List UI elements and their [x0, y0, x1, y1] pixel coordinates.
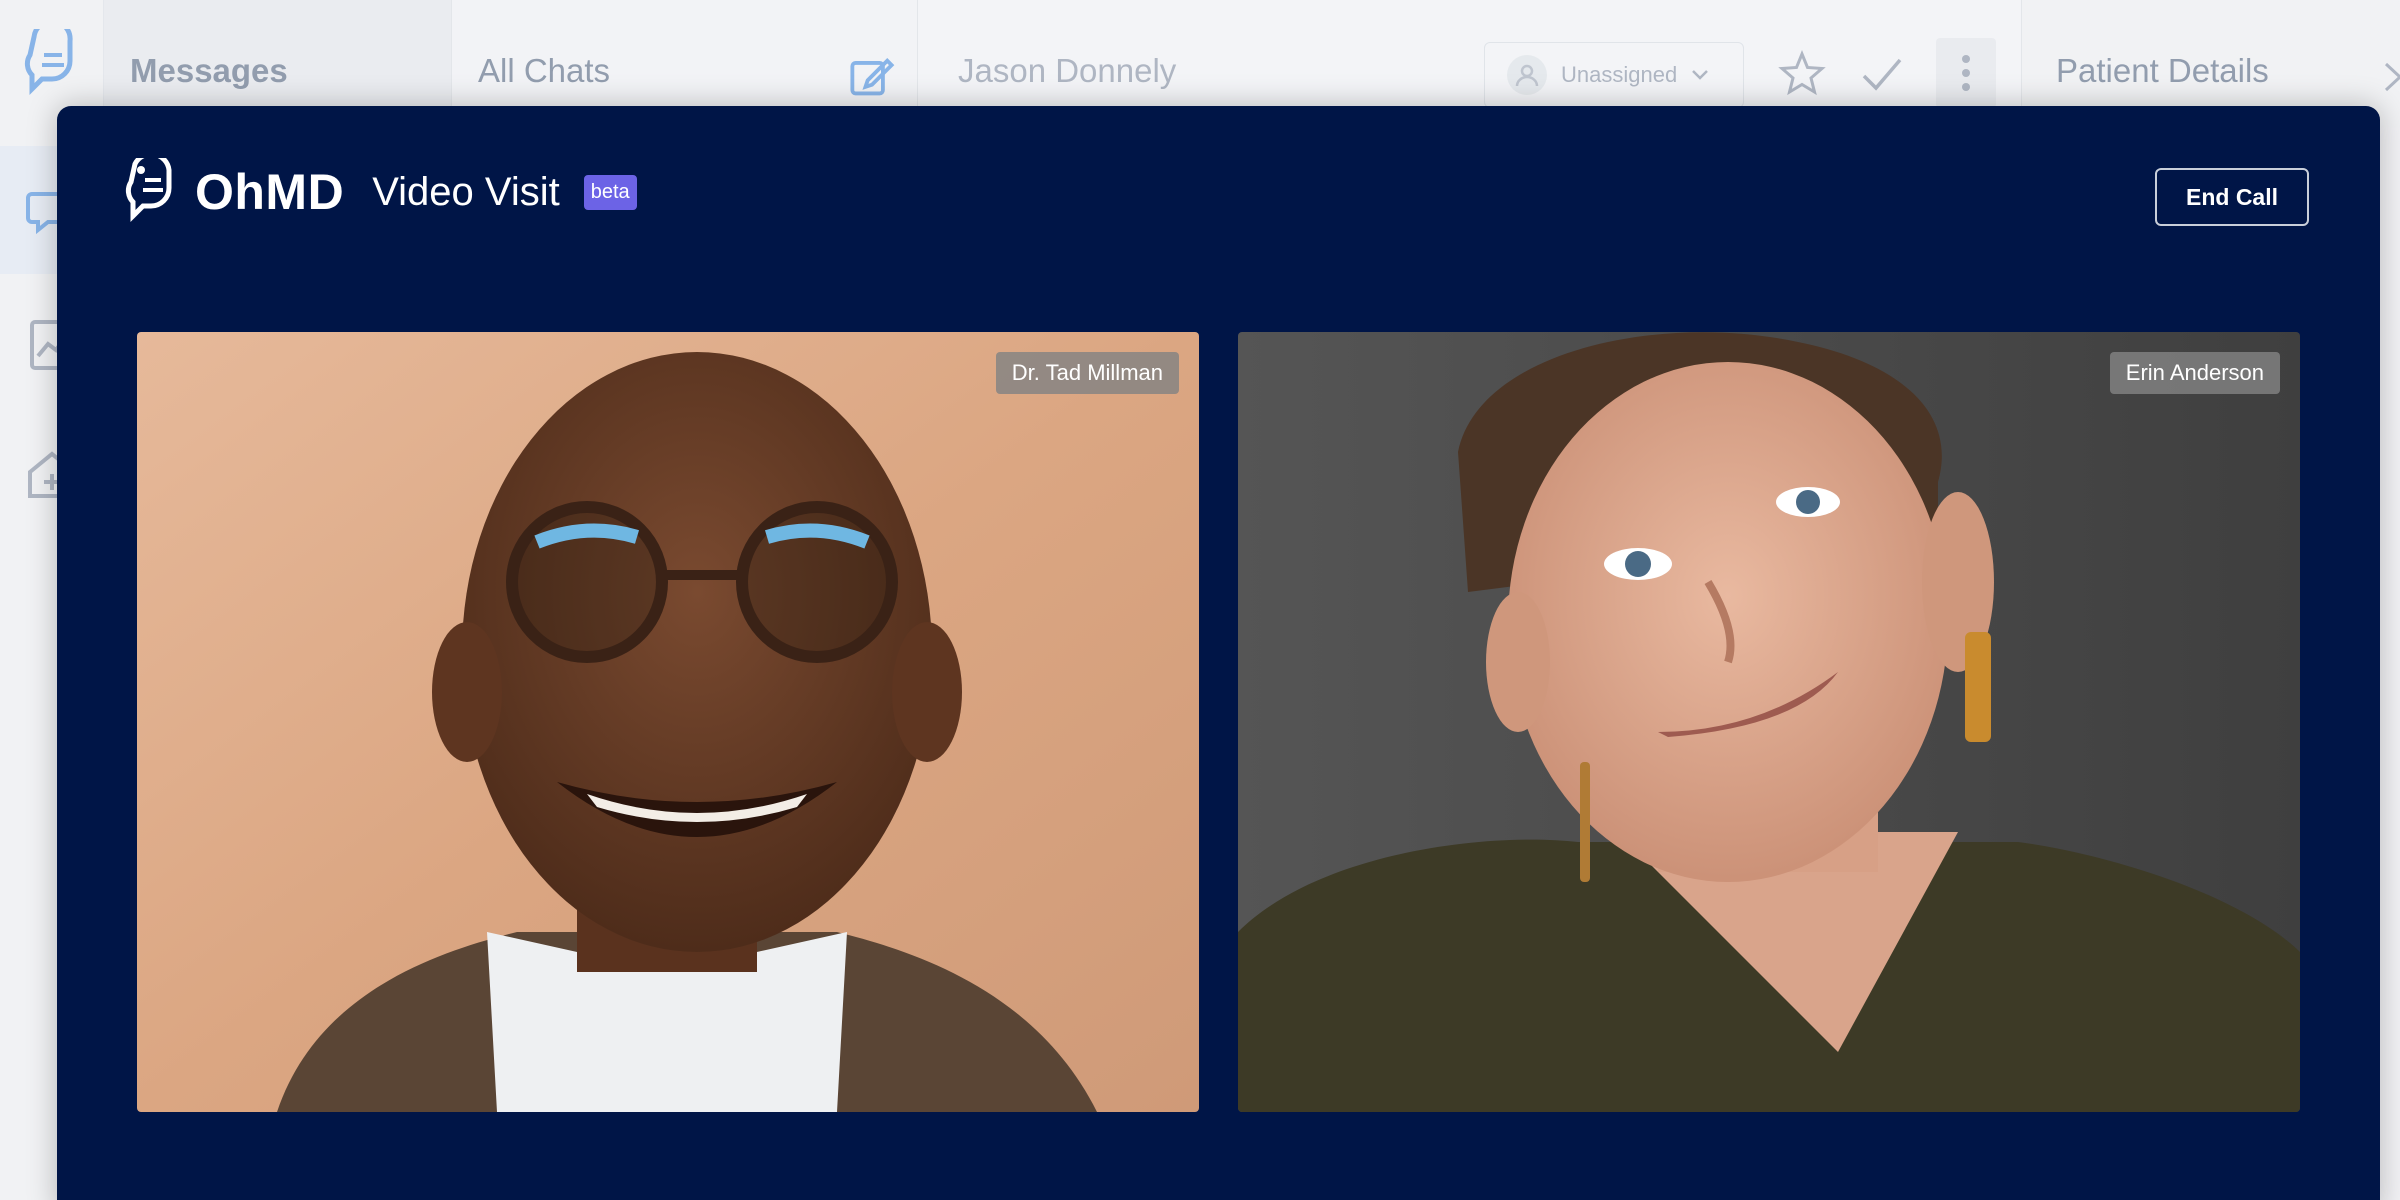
star-icon[interactable]	[1778, 50, 1826, 98]
all-chats-title: All Chats	[478, 52, 611, 89]
end-call-button[interactable]: End Call	[2155, 168, 2309, 226]
modal-header: OhMD Video Visit beta	[121, 158, 637, 226]
patient-video-feed	[1238, 332, 2300, 1112]
beta-badge: beta	[583, 174, 637, 210]
participant-name-tag: Dr. Tad Millman	[995, 352, 1179, 394]
ohmd-logo-icon	[125, 158, 172, 223]
participant-name-tag: Erin Anderson	[2109, 352, 2280, 394]
contact-name: Jason Donnely	[958, 52, 1177, 89]
video-tile-doctor: Dr. Tad Millman	[137, 332, 1199, 1112]
user-icon	[1507, 55, 1547, 95]
doctor-video-feed	[137, 332, 1199, 1112]
patient-details-title: Patient Details	[2056, 52, 2269, 89]
video-tile-patient: Erin Anderson	[1238, 332, 2300, 1112]
brand-name: OhMD	[195, 164, 345, 220]
assignee-label: Unassigned	[1561, 62, 1678, 87]
logo-icon	[24, 29, 73, 96]
more-options-icon[interactable]	[1936, 38, 1996, 108]
messages-title: Messages	[130, 52, 288, 89]
checkmark-icon[interactable]	[1858, 50, 1906, 98]
chevron-right-icon[interactable]	[2382, 62, 2400, 92]
assignee-dropdown[interactable]: Unassigned	[1484, 42, 1744, 108]
compose-icon[interactable]	[848, 52, 896, 100]
chevron-down-icon	[1692, 70, 1709, 80]
modal-title: Video Visit	[372, 169, 560, 214]
video-visit-modal: OhMD Video Visit beta End Call Dr. Tad M…	[57, 106, 2380, 1200]
